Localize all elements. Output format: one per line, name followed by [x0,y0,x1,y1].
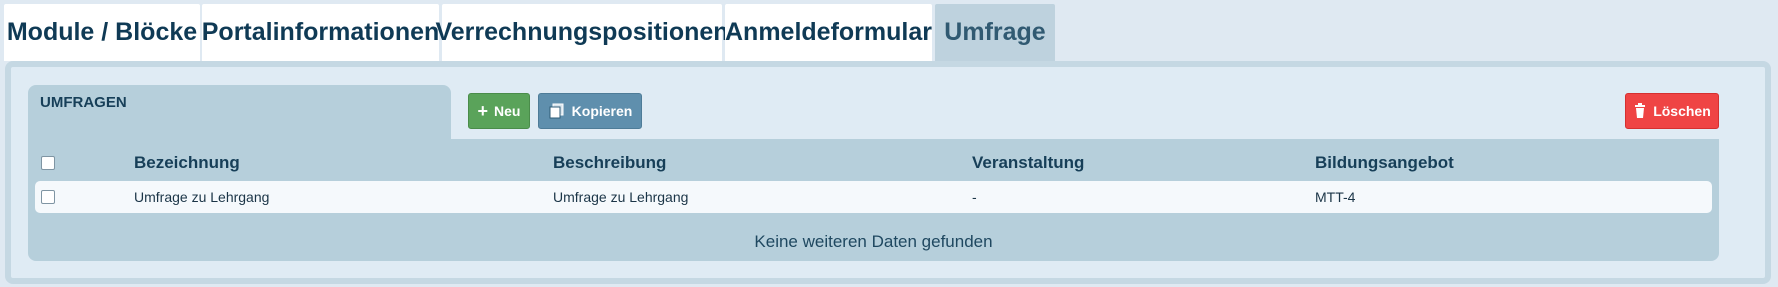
copy-icon [548,103,566,119]
column-header-bildungsangebot[interactable]: Bildungsangebot [1315,153,1454,173]
row-checkbox[interactable] [41,190,55,204]
tab-anmeldeformular[interactable]: Anmeldeformular [725,4,932,61]
delete-button[interactable]: Löschen [1625,93,1719,129]
empty-message: Keine weiteren Daten gefunden [754,232,993,251]
tab-bar: Module / Blöcke Portalinformationen Verr… [0,0,1778,61]
tab-portalinformationen[interactable]: Portalinformationen [202,4,439,61]
plus-icon: + [477,101,489,121]
tab-label: Umfrage [944,18,1046,46]
tab-label: Anmeldeformular [725,18,932,46]
tab-label: Verrechnungspositionen [435,18,729,46]
copy-button-label: Kopieren [571,103,633,119]
new-button-label: Neu [494,103,521,119]
copy-button[interactable]: Kopieren [538,93,642,129]
tab-module-bloecke[interactable]: Module / Blöcke [4,4,200,61]
column-header-beschreibung[interactable]: Beschreibung [553,153,666,173]
panel-title: UMFRAGEN [40,94,127,111]
cell-bildungsangebot: MTT-4 [1315,189,1356,205]
cell-bezeichnung: Umfrage zu Lehrgang [134,189,270,205]
tab-umfrage[interactable]: Umfrage [935,4,1055,61]
tab-verrechnungspositionen[interactable]: Verrechnungspositionen [435,4,729,61]
column-header-veranstaltung[interactable]: Veranstaltung [972,153,1084,173]
column-header-bezeichnung[interactable]: Bezeichnung [134,153,240,173]
tab-label: Module / Blöcke [6,18,198,46]
new-button[interactable]: + Neu [468,93,530,129]
tab-label: Portalinformationen [201,18,440,46]
cell-veranstaltung: - [972,189,977,205]
select-all-checkbox[interactable] [41,156,55,170]
trash-icon [1633,103,1647,119]
delete-button-label: Löschen [1653,103,1711,119]
table-row[interactable] [35,181,1712,213]
cell-beschreibung: Umfrage zu Lehrgang [553,189,689,205]
